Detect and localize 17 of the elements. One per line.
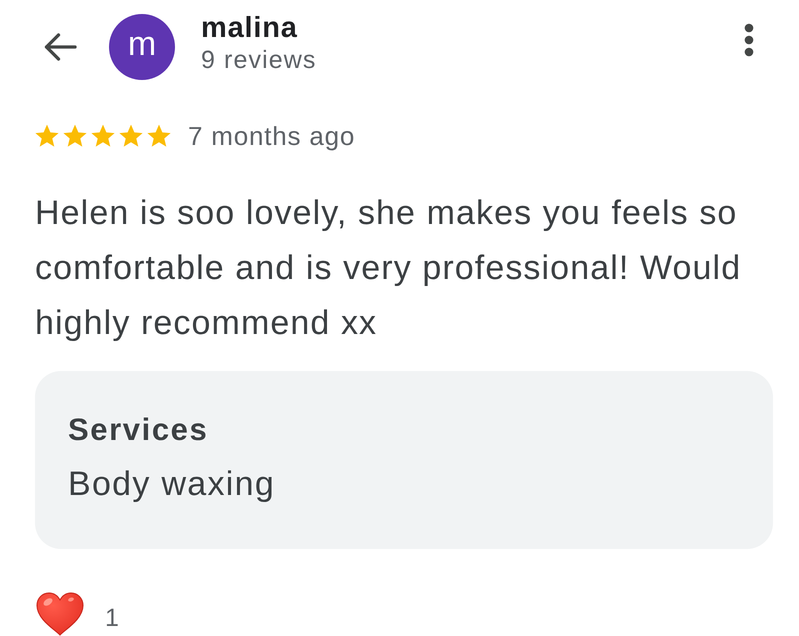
avatar[interactable]: m	[109, 14, 175, 80]
review-count: 9 reviews	[201, 45, 318, 75]
reviewer-name[interactable]: malina	[201, 11, 744, 45]
review-text: Helen is soo lovely, she makes you feels so comfortable and is very professional! Would highly recommend xx	[35, 193, 742, 344]
services-heading: Services	[68, 411, 210, 449]
reaction-count: 1	[105, 602, 119, 632]
star-icon	[62, 123, 88, 149]
star-icon	[90, 123, 116, 149]
star-icon	[34, 123, 60, 149]
heart-icon[interactable]	[35, 591, 85, 636]
services-value: Body waxing	[68, 464, 276, 505]
more-options-icon	[744, 23, 754, 57]
more-options-button[interactable]	[744, 23, 754, 57]
review-date: 7 months ago	[188, 120, 356, 152]
star-icon	[118, 123, 144, 149]
back-arrow-icon	[42, 32, 78, 62]
star-icon	[146, 123, 172, 149]
